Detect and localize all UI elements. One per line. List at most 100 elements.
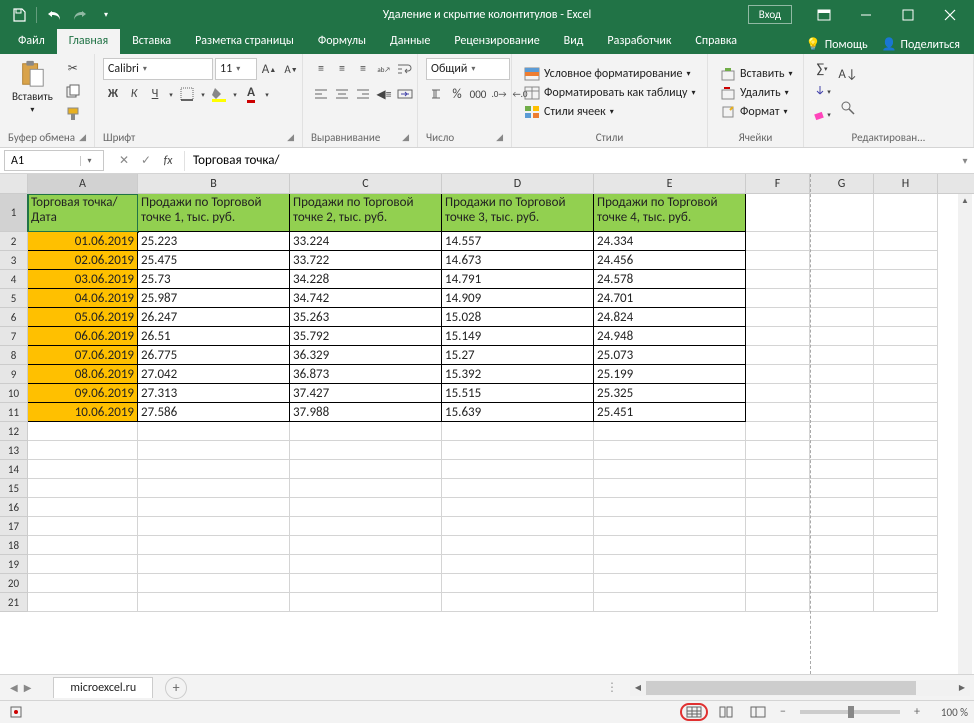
format-cells-button[interactable]: Формат▾ [716,103,792,121]
cell[interactable] [138,441,290,460]
tab-рецензирование[interactable]: Рецензирование [442,29,551,54]
maximize-icon[interactable] [888,0,928,29]
cell[interactable]: 24.824 [594,308,746,327]
cell[interactable] [28,574,138,593]
cell[interactable] [874,384,938,403]
cell[interactable] [28,555,138,574]
cell[interactable] [746,327,810,346]
cell[interactable] [138,593,290,612]
row-header[interactable]: 10 [0,384,28,403]
cell[interactable]: 25.451 [594,403,746,422]
comma-icon[interactable]: 000 [468,84,488,104]
cell[interactable] [810,251,874,270]
cell[interactable]: 27.313 [138,384,290,403]
row-header[interactable]: 3 [0,251,28,270]
column-header[interactable]: C [290,174,442,193]
decrease-font-icon[interactable]: A▼ [281,59,301,79]
close-icon[interactable] [930,0,970,29]
cell[interactable]: 33.224 [290,232,442,251]
cell[interactable] [874,441,938,460]
align-middle-icon[interactable]: ≡ [332,59,352,79]
cell[interactable] [28,498,138,517]
align-right-icon[interactable] [353,84,373,104]
cell[interactable] [810,536,874,555]
cell[interactable] [746,498,810,517]
cell[interactable]: 24.701 [594,289,746,308]
conditional-formatting-button[interactable]: Условное форматирование▾ [520,65,694,83]
cell[interactable]: 24.334 [594,232,746,251]
row-header[interactable]: 16 [0,498,28,517]
cell[interactable] [290,498,442,517]
cell[interactable]: 04.06.2019 [28,289,138,308]
format-as-table-button[interactable]: Форматировать как таблицу▾ [520,84,700,102]
cell[interactable] [746,365,810,384]
cell[interactable] [874,270,938,289]
cell[interactable] [810,498,874,517]
cell[interactable]: 26.51 [138,327,290,346]
cell[interactable] [746,270,810,289]
cell[interactable] [746,251,810,270]
zoom-out-button[interactable]: − [776,705,790,719]
cell[interactable] [810,422,874,441]
increase-decimal-icon[interactable]: .0→ [489,84,509,104]
tab-вид[interactable]: Вид [552,29,596,54]
cell[interactable] [746,593,810,612]
cell[interactable]: 14.909 [442,289,594,308]
cell[interactable]: 15.27 [442,346,594,365]
cell[interactable] [594,593,746,612]
number-format-combo[interactable]: Общий▾ [426,58,510,80]
align-bottom-icon[interactable]: ≡ [353,59,373,79]
cell[interactable]: 24.456 [594,251,746,270]
name-box-dropdown-icon[interactable]: ▾ [80,156,98,166]
cell[interactable]: 08.06.2019 [28,365,138,384]
cell[interactable] [138,479,290,498]
font-launcher-icon[interactable]: ◢ [287,132,294,143]
redo-icon[interactable] [69,4,91,26]
zoom-level[interactable]: 100 % [928,706,968,719]
cell[interactable]: 15.149 [442,327,594,346]
cell[interactable] [442,536,594,555]
row-header[interactable]: 9 [0,365,28,384]
cell[interactable] [442,517,594,536]
cell[interactable] [442,593,594,612]
cell[interactable] [594,479,746,498]
cell[interactable] [138,536,290,555]
cell[interactable] [874,593,938,612]
cell[interactable] [746,460,810,479]
page-break-view-button[interactable] [744,703,772,721]
cell[interactable]: 34.228 [290,270,442,289]
cell[interactable] [874,536,938,555]
cell[interactable] [290,536,442,555]
cell[interactable]: Продажи по Торговой точке 1, тыс. руб. [138,194,290,232]
cell[interactable] [810,346,874,365]
cell[interactable] [746,422,810,441]
qat-customize-icon[interactable]: ▾ [95,4,117,26]
grid-rows[interactable]: 1Торговая точка/ ДатаПродажи по Торговой… [0,194,974,674]
row-header[interactable]: 7 [0,327,28,346]
cell[interactable]: 25.199 [594,365,746,384]
cell[interactable] [442,441,594,460]
cell[interactable] [810,270,874,289]
cell[interactable]: 25.223 [138,232,290,251]
cell[interactable] [594,555,746,574]
name-box[interactable]: ▾ [4,150,104,171]
cell[interactable]: 36.329 [290,346,442,365]
cell[interactable] [28,441,138,460]
column-header[interactable]: F [746,174,810,193]
cell[interactable] [746,232,810,251]
cell[interactable]: 14.791 [442,270,594,289]
cell[interactable] [138,555,290,574]
column-header[interactable]: D [442,174,594,193]
cell[interactable] [290,593,442,612]
cell[interactable]: 27.586 [138,403,290,422]
align-left-icon[interactable] [311,84,331,104]
cell[interactable] [874,232,938,251]
cell[interactable] [746,308,810,327]
minimize-icon[interactable] [846,0,886,29]
horizontal-scrollbar[interactable]: ◀ ▶ [630,680,970,696]
cell[interactable] [28,593,138,612]
select-all-corner[interactable] [0,174,28,193]
copy-icon[interactable] [63,81,83,101]
cell[interactable]: 15.028 [442,308,594,327]
tab-справка[interactable]: Справка [683,29,749,54]
